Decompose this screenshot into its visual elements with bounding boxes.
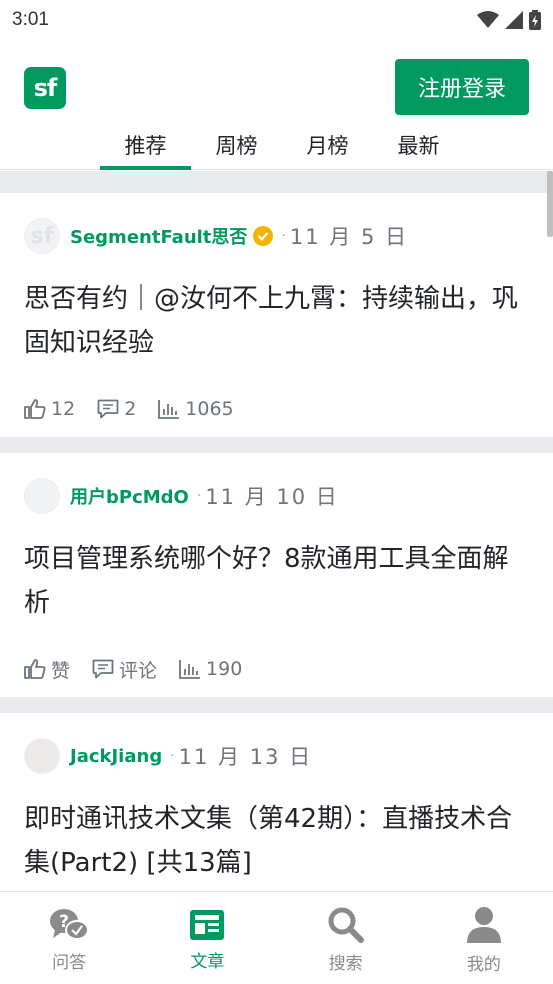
article-meta: JackJiang · 11 月 13 日	[24, 713, 529, 797]
sf-logo[interactable]: sf	[24, 67, 66, 109]
separator-dot: ·	[196, 488, 202, 504]
search-icon	[328, 907, 364, 943]
author-name[interactable]: JackJiang	[70, 746, 162, 767]
comment-label: 评论	[119, 659, 158, 682]
app-header: sf 注册登录 推荐 周榜 月榜 最新	[0, 40, 553, 170]
signal-icon	[505, 11, 523, 29]
like-button[interactable]: 12	[24, 398, 75, 420]
article-card[interactable]: sf SegmentFault思否 · 11 月 5 日 思否有约｜@汝何不上九…	[0, 193, 553, 437]
article-card[interactable]: JackJiang · 11 月 13 日 即时通讯技术文集（第42期）：直播技…	[0, 713, 553, 891]
article-feed[interactable]: sf SegmentFault思否 · 11 月 5 日 思否有约｜@汝何不上九…	[0, 171, 553, 891]
tab-recommended[interactable]: 推荐	[100, 128, 191, 170]
view-count: 190	[206, 658, 243, 680]
article-card[interactable]: 用户bPcMdO · 11 月 10 日 项目管理系统哪个好？8款通用工具全面解…	[0, 453, 553, 697]
article-title[interactable]: 即时通讯技术文集（第42期）：直播技术合集(Part2) [共13篇]	[24, 797, 529, 885]
article-meta: 用户bPcMdO · 11 月 10 日	[24, 453, 529, 537]
article-title[interactable]: 思否有约｜@汝何不上九霄：持续输出，巩固知识经验	[24, 277, 529, 365]
status-time: 3:01	[12, 9, 49, 30]
comment-button[interactable]: 评论	[92, 656, 157, 683]
tab-monthly[interactable]: 月榜	[282, 128, 373, 170]
nav-profile-label: 我的	[466, 954, 501, 975]
nav-qa-label: 问答	[52, 952, 87, 973]
article-icon	[190, 909, 225, 940]
verified-badge-icon	[253, 226, 274, 246]
nav-profile[interactable]: 我的	[415, 892, 553, 984]
article-stats: 赞 评论 190	[24, 625, 529, 713]
author-name[interactable]: 用户bPcMdO	[70, 483, 189, 509]
avatar[interactable]: sf	[24, 218, 60, 254]
like-count: 12	[51, 398, 76, 420]
article-date: 11 月 5 日	[289, 225, 408, 249]
thumbs-up-icon	[24, 659, 46, 679]
feed-tabs: 推荐 周榜 月榜 最新	[100, 128, 464, 170]
avatar[interactable]	[24, 738, 60, 774]
tab-latest[interactable]: 最新	[373, 128, 464, 170]
comment-count: 2	[124, 398, 137, 420]
user-icon	[466, 906, 501, 943]
status-bar: 3:01	[0, 0, 553, 40]
bottom-navigation: ? 问答 文章 搜索 我的	[0, 891, 553, 984]
battery-icon	[529, 10, 541, 30]
separator-dot: ·	[170, 748, 175, 764]
nav-articles-label: 文章	[190, 951, 225, 972]
nav-articles[interactable]: 文章	[138, 892, 276, 984]
status-icons	[477, 10, 541, 30]
author-name[interactable]: SegmentFault思否	[70, 223, 247, 249]
article-date: 11 月 13 日	[178, 745, 313, 769]
view-stat: 1065	[158, 398, 234, 420]
article-stats: 12 2 1065	[24, 365, 529, 453]
separator-dot: ·	[281, 228, 286, 244]
tab-weekly[interactable]: 周榜	[191, 128, 282, 170]
avatar[interactable]	[24, 478, 60, 514]
comment-icon	[97, 399, 119, 419]
article-date: 11 月 10 日	[205, 485, 339, 509]
view-stat: 190	[179, 658, 242, 680]
like-button[interactable]: 赞	[24, 656, 70, 683]
feed-divider	[0, 171, 553, 193]
nav-qa[interactable]: ? 问答	[0, 892, 138, 984]
nav-search[interactable]: 搜索	[277, 892, 415, 984]
bar-chart-icon	[158, 400, 180, 419]
like-label: 赞	[51, 659, 71, 682]
comment-button[interactable]: 2	[97, 398, 136, 420]
view-count: 1065	[185, 398, 234, 420]
register-login-button[interactable]: 注册登录	[395, 59, 529, 115]
scrollbar[interactable]	[547, 171, 553, 237]
article-meta: sf SegmentFault思否 · 11 月 5 日	[24, 193, 529, 277]
bar-chart-icon	[179, 660, 201, 679]
qa-icon: ?	[50, 908, 90, 940]
comment-icon	[92, 659, 114, 679]
wifi-icon	[477, 11, 499, 28]
article-title[interactable]: 项目管理系统哪个好？8款通用工具全面解析	[24, 537, 529, 625]
nav-search-label: 搜索	[328, 953, 363, 974]
thumbs-up-icon	[24, 399, 46, 419]
